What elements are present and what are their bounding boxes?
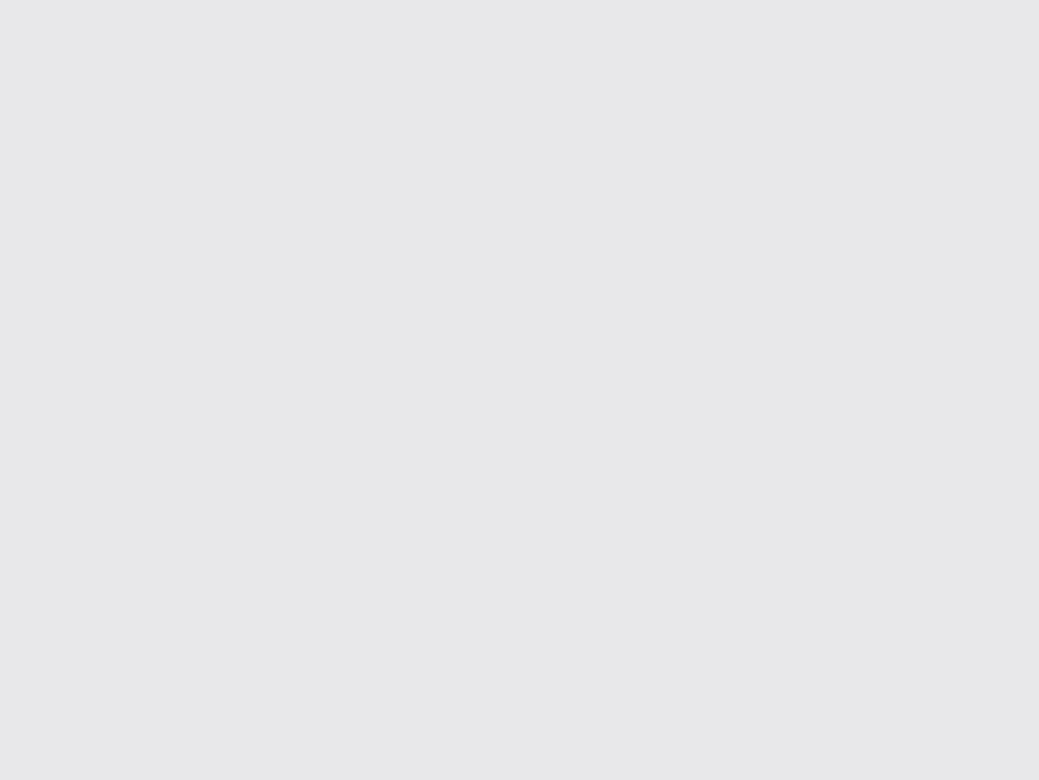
placeholder [0, 0, 1039, 780]
